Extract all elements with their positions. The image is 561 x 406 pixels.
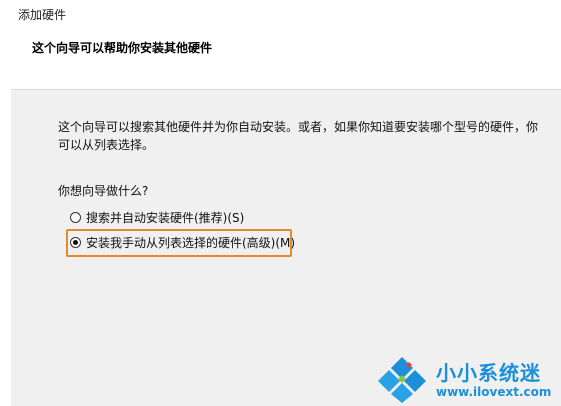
watermark: 小小系统迷 www.ilovext.com [376, 355, 556, 403]
intro-line-2: 可以从列表选择。 [58, 138, 155, 152]
window-title: 添加硬件 [18, 8, 67, 22]
wizard-header: 添加硬件 这个向导可以帮助你安装其他硬件 [11, 0, 561, 90]
intro-text: 这个向导可以搜索其他硬件并为你自动安装。或者，如果你知道要安装哪个型号的硬件，你… [58, 118, 538, 154]
watermark-name: 小小系统迷 [436, 361, 541, 385]
window-left-edge [0, 0, 11, 406]
intro-line-1: 这个向导可以搜索其他硬件并为你自动安装。或者，如果你知道要安装哪个型号的硬件，你 [58, 120, 539, 134]
wizard-heading: 这个向导可以帮助你安装其他硬件 [32, 41, 213, 55]
radio-option-auto-search[interactable]: 搜索并自动安装硬件(推荐)(S) [70, 208, 244, 226]
radio-option-label: 搜索并自动安装硬件(推荐)(S) [86, 210, 245, 225]
question-label: 你想向导做什么? [58, 184, 149, 198]
watermark-url: www.ilovext.com [436, 385, 552, 399]
windows-diamond-logo-icon [378, 357, 426, 403]
radio-button-unchecked[interactable] [70, 211, 81, 223]
highlight-box [66, 229, 292, 257]
